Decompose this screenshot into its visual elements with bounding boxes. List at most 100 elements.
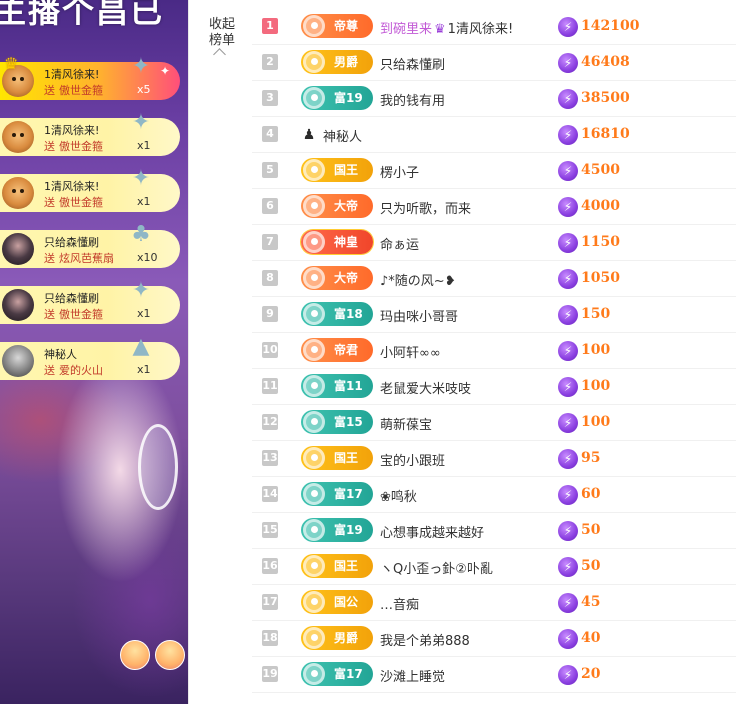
contribution-score: 4000 — [581, 198, 620, 214]
user-name-text[interactable]: 楞小子 — [380, 166, 419, 181]
user-name[interactable]: ♪*随の风~❥ — [380, 270, 456, 289]
user-name-suffix[interactable]: 1清风徐来! — [448, 22, 513, 37]
user-name-text[interactable]: 只给森懂刷 — [380, 58, 445, 73]
user-name[interactable]: 到碗里来 ♛ 1清风徐来! — [380, 18, 513, 37]
ranking-row[interactable]: 17 国公 …音痴 ⚡ 45 — [252, 585, 736, 621]
noble-badge: 富17 — [301, 662, 373, 686]
lightning-coin-icon: ⚡ — [558, 125, 578, 145]
user-name-text[interactable]: …音痴 — [380, 598, 419, 613]
gift-sender-name[interactable]: 1清风徐来! — [44, 122, 99, 138]
user-name-text[interactable]: 沙滩上睡觉 — [380, 670, 445, 685]
avatar[interactable] — [2, 177, 34, 209]
gift-sender-name[interactable]: 1清风徐来! — [44, 178, 99, 194]
noble-badge: 富17 — [301, 482, 373, 506]
ranking-row[interactable]: 5 国王 楞小子 ⚡ 4500 — [252, 153, 736, 189]
lightning-coin-icon: ⚡ — [558, 233, 578, 253]
user-name-text[interactable]: 小阿轩∞∞ — [380, 346, 441, 361]
user-name[interactable]: …音痴 — [380, 594, 419, 613]
rank-number: 14 — [262, 486, 278, 502]
gift-message: 只给森懂刷送炫风芭蕉扇 ♣ x10 — [0, 222, 180, 268]
rank-number: 3 — [262, 90, 278, 106]
reaction-face-icon[interactable] — [155, 640, 185, 670]
ranking-row[interactable]: 10 帝君 小阿轩∞∞ ⚡ 100 — [252, 333, 736, 369]
user-name[interactable]: 心想事成越来越好 — [380, 522, 484, 541]
user-name-text[interactable]: 到碗里来 — [380, 22, 432, 37]
user-name-text[interactable]: 玛由咪小哥哥 — [380, 310, 458, 325]
user-name[interactable]: 神秘人 — [323, 126, 362, 145]
ranking-row[interactable]: 16 国王 ヽQ小歪っ釙②卟亂 ⚡ 50 — [252, 549, 736, 585]
ranking-row[interactable]: 9 富18 玛由咪小哥哥 ⚡ 150 — [252, 297, 736, 333]
gift-sender-name[interactable]: 只给森懂刷 — [44, 290, 99, 306]
avatar[interactable] — [2, 289, 34, 321]
gift-sender-name[interactable]: 只给森懂刷 — [44, 234, 99, 250]
user-name[interactable]: 萌新葆宝 — [380, 414, 432, 433]
ranking-row[interactable]: 6 大帝 只为听歌，而来 ⚡ 4000 — [252, 189, 736, 225]
user-name[interactable]: 命ぁ运 — [380, 234, 419, 253]
noble-badge: 富15 — [301, 410, 373, 434]
lightning-coin-icon: ⚡ — [558, 377, 578, 397]
user-name-text[interactable]: 我是个弟弟888 — [380, 634, 470, 649]
ranking-row[interactable]: 4 ♟ 神秘人 ⚡ 16810 — [252, 117, 736, 153]
rank-number: 17 — [262, 594, 278, 610]
gift-name: 傲世金箍 — [59, 196, 103, 209]
gift-description: 送傲世金箍 — [44, 138, 103, 154]
user-name[interactable]: ❀鸣秋 — [380, 486, 417, 505]
user-name-text[interactable]: 我的钱有用 — [380, 94, 445, 109]
collapse-ranking-toggle[interactable]: 收起榜单 — [188, 0, 253, 704]
gift-verb: 送 — [44, 140, 55, 153]
ranking-row[interactable]: 8 大帝 ♪*随の风~❥ ⚡ 1050 — [252, 261, 736, 297]
live-stream-video[interactable]: 主播个昌已 ♛ 1清风徐来! 送傲世金箍 ✦ x5 ✦ 1清风徐来! 送傲世金箍 ✦ x1 1清风徐… — [0, 0, 188, 704]
user-name[interactable]: 沙滩上睡觉 — [380, 666, 445, 685]
ranking-row[interactable]: 19 富17 沙滩上睡觉 ⚡ 20 — [252, 657, 736, 693]
user-name-text[interactable]: 心想事成越来越好 — [380, 526, 484, 541]
gift-sender-name[interactable]: 1清风徐来! — [44, 66, 99, 82]
contribution-score: 16810 — [581, 126, 630, 142]
avatar[interactable] — [2, 345, 34, 377]
user-name[interactable]: 只为听歌，而来 — [380, 198, 471, 217]
user-name[interactable]: 我是个弟弟888 — [380, 630, 470, 649]
user-name[interactable]: 只给森懂刷 — [380, 54, 445, 73]
user-name-text[interactable]: 只为听歌，而来 — [380, 202, 471, 217]
ranking-row[interactable]: 15 富19 心想事成越来越好 ⚡ 50 — [252, 513, 736, 549]
ranking-row[interactable]: 7 神皇 命ぁ运 ⚡ 1150 — [252, 225, 736, 261]
user-name[interactable]: ヽQ小歪っ釙②卟亂 — [380, 558, 493, 577]
ranking-row[interactable]: 18 男爵 我是个弟弟888 ⚡ 40 — [252, 621, 736, 657]
user-name[interactable]: 楞小子 — [380, 162, 419, 181]
user-name[interactable]: 宝的小跟班 — [380, 450, 445, 469]
user-name[interactable]: 玛由咪小哥哥 — [380, 306, 458, 325]
user-name-text[interactable]: ヽQ小歪っ釙②卟亂 — [380, 562, 493, 577]
user-name-text[interactable]: 宝的小跟班 — [380, 454, 445, 469]
avatar[interactable] — [2, 233, 34, 265]
user-name-text[interactable]: 命ぁ运 — [380, 238, 419, 253]
user-name[interactable]: 小阿轩∞∞ — [380, 342, 441, 361]
rank-number: 5 — [262, 162, 278, 178]
rank-number: 8 — [262, 270, 278, 286]
ranking-row[interactable]: 3 富19 我的钱有用 ⚡ 38500 — [252, 81, 736, 117]
gift-count: x1 — [137, 195, 151, 208]
ranking-row[interactable]: 12 富15 萌新葆宝 ⚡ 100 — [252, 405, 736, 441]
avatar[interactable] — [2, 121, 34, 153]
user-name[interactable]: 我的钱有用 — [380, 90, 445, 109]
rank-number: 7 — [262, 234, 278, 250]
ranking-row[interactable]: 1 帝尊 到碗里来 ♛ 1清风徐来! ⚡ 142100 — [252, 9, 736, 45]
collapse-label[interactable]: 收起榜单 — [207, 17, 237, 49]
contribution-score: 150 — [581, 306, 611, 322]
gift-description: 送傲世金箍 — [44, 306, 103, 322]
user-name-text[interactable]: 萌新葆宝 — [380, 418, 432, 433]
chevron-up-icon[interactable] — [213, 48, 226, 61]
reaction-face-icon[interactable] — [120, 640, 150, 670]
user-name-text[interactable]: ❀鸣秋 — [380, 490, 417, 505]
rank-number: 4 — [262, 126, 278, 142]
user-name-text[interactable]: ♪*随の风~❥ — [380, 274, 456, 289]
gift-description: 送傲世金箍 — [44, 82, 103, 98]
gift-count: x5 — [137, 83, 151, 96]
lightning-coin-icon: ⚡ — [558, 197, 578, 217]
ranking-row[interactable]: 13 国王 宝的小跟班 ⚡ 95 — [252, 441, 736, 477]
lightning-coin-icon: ⚡ — [558, 17, 578, 37]
gift-sender-name[interactable]: 神秘人 — [44, 346, 77, 362]
ranking-row[interactable]: 14 富17 ❀鸣秋 ⚡ 60 — [252, 477, 736, 513]
ranking-row[interactable]: 2 男爵 只给森懂刷 ⚡ 46408 — [252, 45, 736, 81]
user-name-text[interactable]: 老鼠爱大米吱吱 — [380, 382, 471, 397]
ranking-row[interactable]: 11 富11 老鼠爱大米吱吱 ⚡ 100 — [252, 369, 736, 405]
user-name[interactable]: 老鼠爱大米吱吱 — [380, 378, 471, 397]
